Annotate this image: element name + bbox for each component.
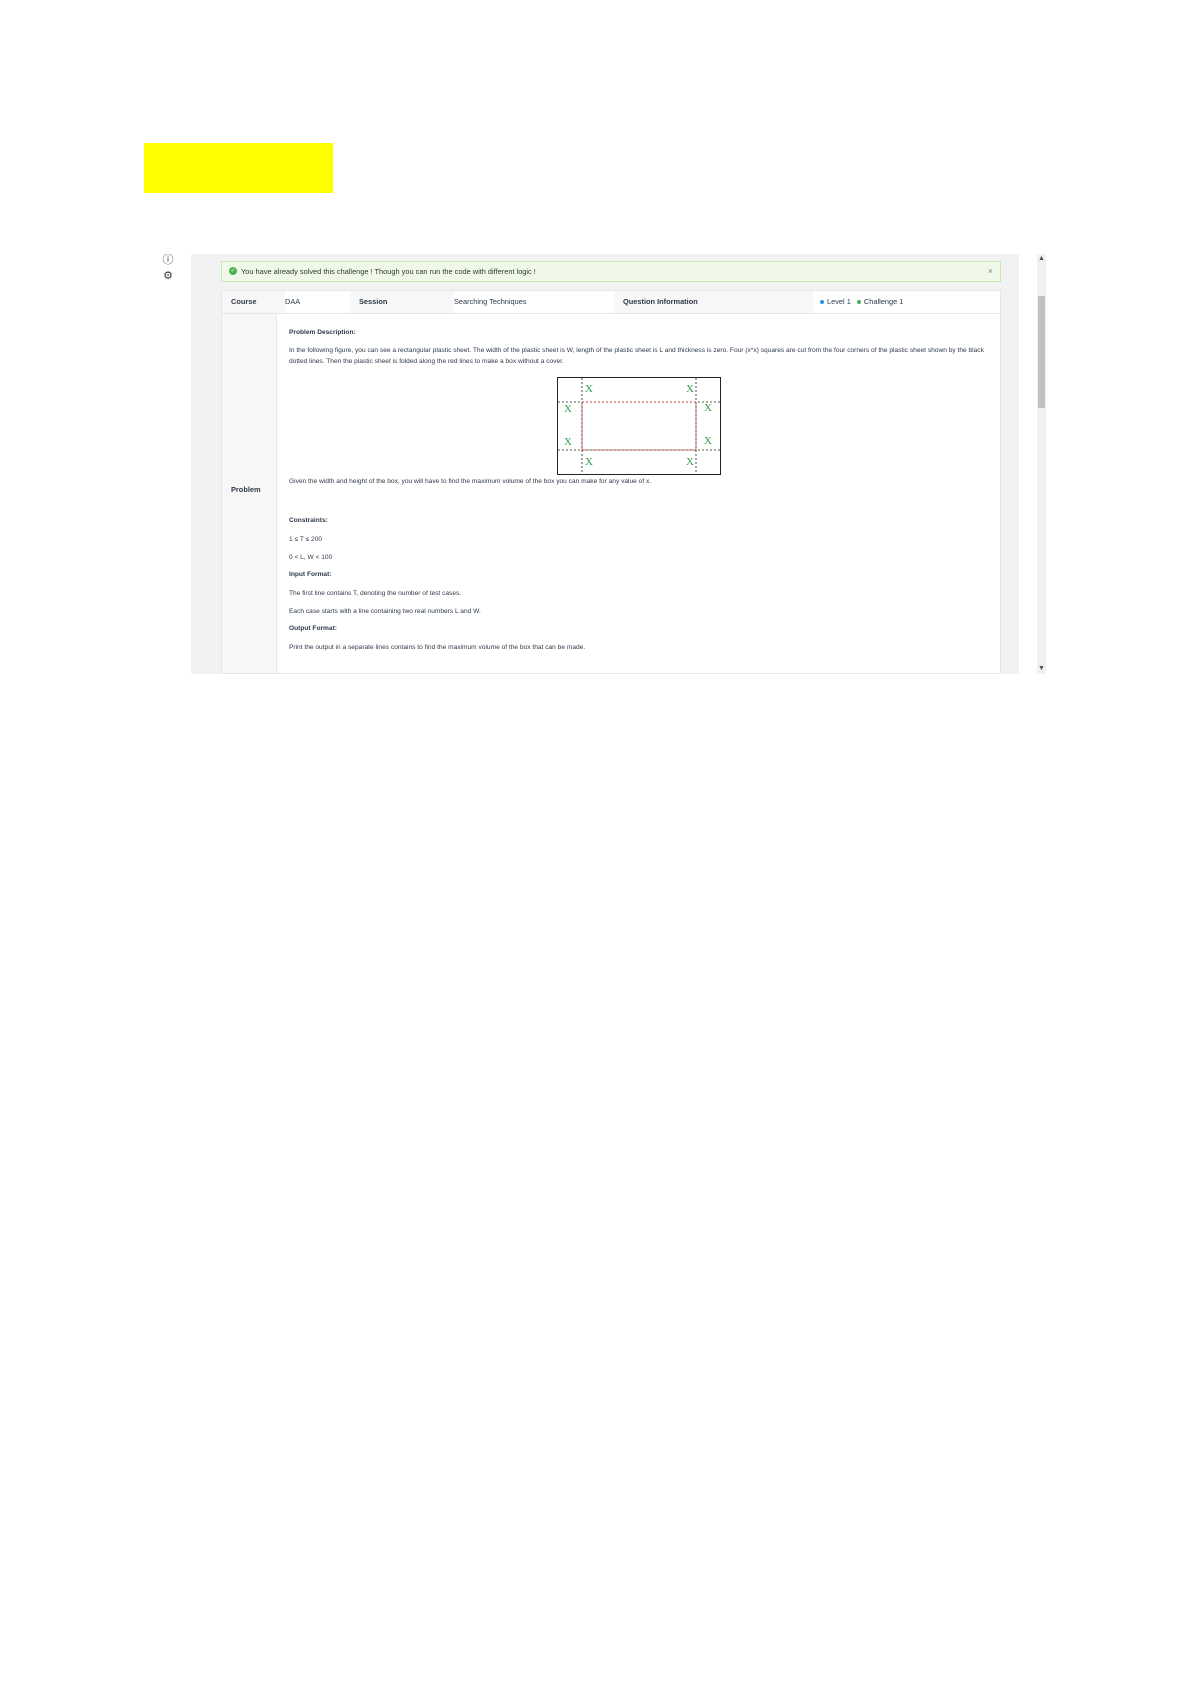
x-mark: X — [686, 456, 694, 468]
scroll-thumb[interactable] — [1038, 296, 1045, 408]
challenge-value: Challenge 1 — [863, 297, 904, 306]
course-value: DAA — [285, 297, 301, 306]
info-icon[interactable]: ⓘ — [162, 254, 174, 266]
constraints-heading: Constraints: — [289, 517, 328, 524]
problem-goal-text: Given the width and height of the box, y… — [289, 478, 652, 485]
x-mark: X — [704, 435, 712, 447]
output-format-line-1: Print the output in a separate lines con… — [289, 644, 586, 651]
x-mark: X — [704, 402, 712, 414]
input-format-line-2: Each case starts with a line containing … — [289, 608, 481, 615]
level-dot-icon — [820, 300, 824, 305]
level-info: Level 1 Challenge 1 — [820, 291, 990, 313]
scroll-up-arrow-icon[interactable]: ▲ — [1037, 254, 1046, 264]
level-value: Level 1 — [827, 297, 851, 306]
alert-message: You have already solved this challenge !… — [241, 267, 536, 276]
problem-description-heading: Problem Description: — [289, 329, 356, 336]
scroll-down-arrow-icon[interactable]: ▼ — [1037, 664, 1046, 674]
problem-description-text: In the following figure, you can see a r… — [289, 347, 984, 365]
left-rail: ⓘ ⚙ — [157, 254, 191, 674]
problem-panel: Problem Problem Description: In the foll… — [221, 314, 1001, 674]
yellow-highlight-box — [144, 143, 333, 193]
x-mark: X — [585, 456, 593, 468]
input-format-line-1: The first line contains T, denoting the … — [289, 590, 462, 597]
input-format-heading: Input Format: — [289, 571, 332, 578]
question-information-label: Question Information — [614, 291, 813, 313]
question-info-row: Course DAA Session Searching Techniques … — [221, 290, 1001, 314]
plastic-sheet-figure: X X X X X X X X — [557, 377, 721, 475]
constraint-2: 0 < L, W < 100 — [289, 554, 333, 561]
x-mark: X — [564, 403, 572, 415]
output-format-heading: Output Format: — [289, 625, 337, 632]
x-mark: X — [686, 383, 694, 395]
problem-label-column: Problem — [222, 314, 277, 673]
close-icon[interactable]: × — [988, 262, 993, 281]
check-circle-icon: ✓ — [229, 267, 237, 275]
session-value: Searching Techniques — [454, 297, 527, 306]
x-mark: X — [585, 383, 593, 395]
course-label: Course — [222, 291, 285, 313]
constraint-1: 1 ≤ T ≤ 200 — [289, 536, 323, 543]
vertical-scrollbar[interactable]: ▲ ▼ — [1037, 254, 1046, 674]
problem-label: Problem — [231, 485, 261, 494]
gear-icon[interactable]: ⚙ — [162, 270, 174, 282]
challenge-dot-icon — [856, 300, 861, 305]
challenge-screenshot: ⓘ ⚙ ▲ ▼ ✓ You have already solved this c… — [157, 254, 1046, 674]
solved-alert: ✓ You have already solved this challenge… — [221, 261, 1001, 282]
x-mark: X — [564, 436, 572, 448]
session-label: Session — [350, 291, 454, 313]
